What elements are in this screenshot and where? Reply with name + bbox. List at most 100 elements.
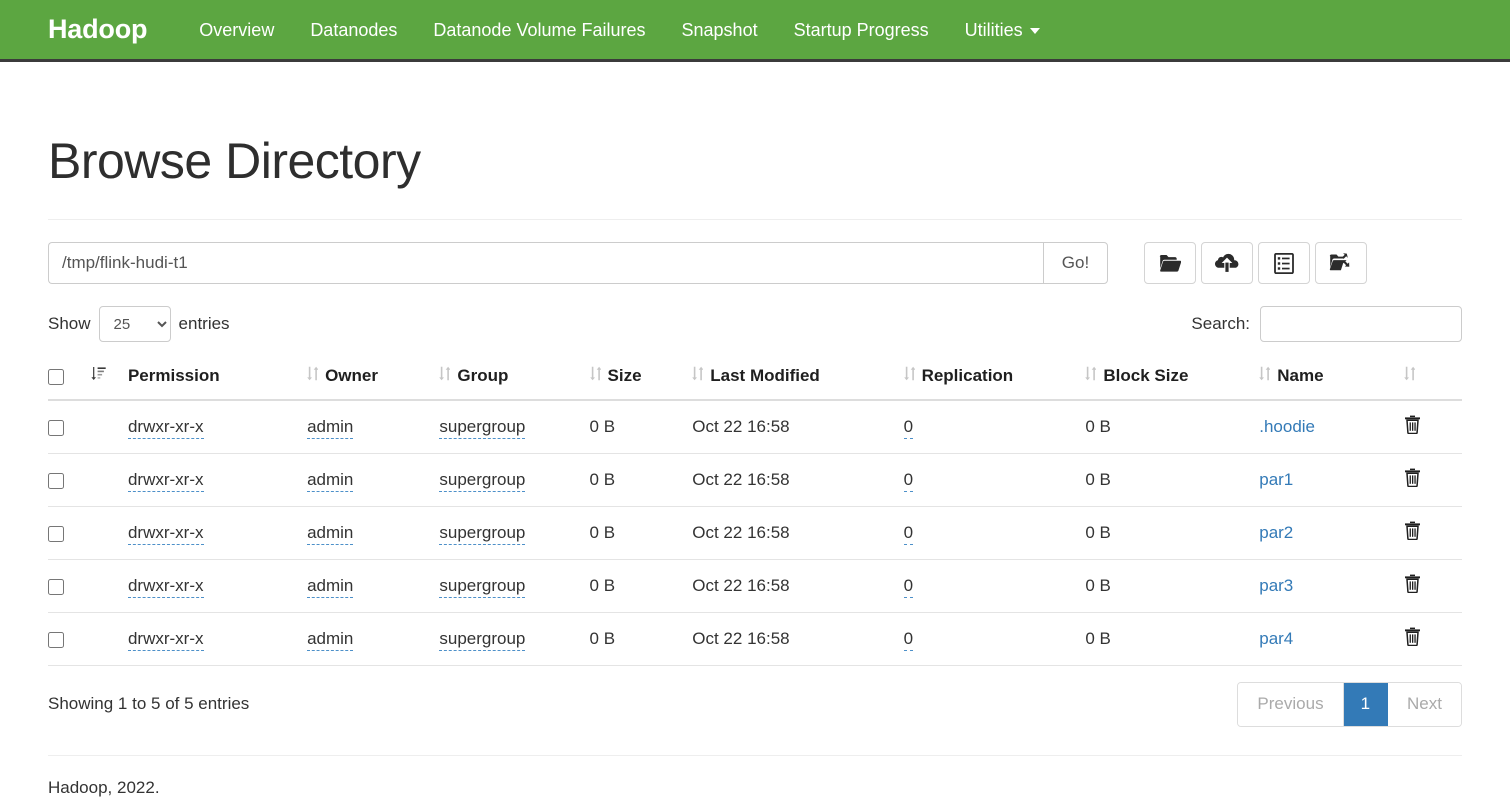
owner-value[interactable]: admin <box>307 470 353 492</box>
owner-value[interactable]: admin <box>307 629 353 651</box>
header-group[interactable]: Group <box>439 358 589 400</box>
table-row: drwxr-xr-x admin supergroup 0 B Oct 22 1… <box>48 613 1462 666</box>
table-row: drwxr-xr-x admin supergroup 0 B Oct 22 1… <box>48 454 1462 507</box>
nav-link-datanode-volume-failures[interactable]: Datanode Volume Failures <box>415 21 663 39</box>
group-value[interactable]: supergroup <box>439 417 525 439</box>
replication-value[interactable]: 0 <box>904 629 913 651</box>
permission-value[interactable]: drwxr-xr-x <box>128 470 204 492</box>
go-button[interactable]: Go! <box>1043 242 1108 284</box>
owner-value[interactable]: admin <box>307 523 353 545</box>
header-replication[interactable]: Replication <box>904 358 1086 400</box>
row-select-cell[interactable] <box>48 507 91 560</box>
sort-both-icon <box>1085 366 1101 386</box>
replication-value[interactable]: 0 <box>904 523 913 545</box>
header-last-modified[interactable]: Last Modified <box>692 358 903 400</box>
delete-button[interactable] <box>1404 574 1421 596</box>
cell-block-size: 0 B <box>1085 507 1259 560</box>
delete-button[interactable] <box>1404 468 1421 490</box>
cell-group: supergroup <box>439 400 589 454</box>
search-input[interactable] <box>1260 306 1462 342</box>
snapshot-options-button[interactable] <box>1258 242 1310 284</box>
delete-button[interactable] <box>1404 627 1421 649</box>
nav-link-startup-progress[interactable]: Startup Progress <box>776 21 947 39</box>
owner-value[interactable]: admin <box>307 417 353 439</box>
group-value[interactable]: supergroup <box>439 576 525 598</box>
row-select-cell[interactable] <box>48 454 91 507</box>
row-checkbox[interactable] <box>48 579 64 595</box>
upload-files-button[interactable] <box>1201 242 1253 284</box>
pagination-page-1[interactable]: 1 <box>1344 683 1388 726</box>
brand-logo[interactable]: Hadoop <box>48 16 147 43</box>
header-name[interactable]: Name <box>1259 358 1403 400</box>
file-name-link[interactable]: par2 <box>1259 523 1293 542</box>
owner-value[interactable]: admin <box>307 576 353 598</box>
replication-value[interactable]: 0 <box>904 576 913 598</box>
cell-actions <box>1404 507 1462 560</box>
cell-size: 0 B <box>590 400 693 454</box>
row-checkbox[interactable] <box>48 632 64 648</box>
header-permission[interactable]: Permission <box>128 358 307 400</box>
nav-link-datanodes[interactable]: Datanodes <box>292 21 415 39</box>
path-input-group: Go! <box>48 242 1108 284</box>
file-name-link[interactable]: .hoodie <box>1259 417 1315 436</box>
replication-value[interactable]: 0 <box>904 417 913 439</box>
file-name-link[interactable]: par4 <box>1259 629 1293 648</box>
delete-button[interactable] <box>1404 415 1421 437</box>
file-name-link[interactable]: par3 <box>1259 576 1293 595</box>
table-head: Permission Owner <box>48 358 1462 400</box>
cell-name: par1 <box>1259 454 1403 507</box>
pagination-previous[interactable]: Previous <box>1238 683 1343 726</box>
cell-block-size: 0 B <box>1085 400 1259 454</box>
group-value[interactable]: supergroup <box>439 470 525 492</box>
sort-both-icon <box>692 366 708 386</box>
pagination-next[interactable]: Next <box>1388 683 1461 726</box>
nav-link-snapshot[interactable]: Snapshot <box>664 21 776 39</box>
trash-icon <box>1404 627 1421 649</box>
cell-last-modified: Oct 22 16:58 <box>692 454 903 507</box>
row-spacer-cell <box>91 454 128 507</box>
permission-value[interactable]: drwxr-xr-x <box>128 417 204 439</box>
cell-owner: admin <box>307 613 439 666</box>
sort-both-icon <box>1404 366 1420 386</box>
select-all-checkbox[interactable] <box>48 369 64 385</box>
header-block-size-label: Block Size <box>1103 366 1188 386</box>
row-select-cell[interactable] <box>48 613 91 666</box>
page-length-select[interactable]: 25 50 100 <box>99 306 171 342</box>
permission-value[interactable]: drwxr-xr-x <box>128 523 204 545</box>
header-sort-indicator[interactable] <box>91 358 128 400</box>
table-row: drwxr-xr-x admin supergroup 0 B Oct 22 1… <box>48 507 1462 560</box>
header-size-label: Size <box>608 366 642 386</box>
cell-name: par2 <box>1259 507 1403 560</box>
permission-value[interactable]: drwxr-xr-x <box>128 629 204 651</box>
nav-link-utilities[interactable]: Utilities <box>947 21 1058 39</box>
header-size[interactable]: Size <box>590 358 693 400</box>
row-checkbox[interactable] <box>48 526 64 542</box>
row-select-cell[interactable] <box>48 560 91 613</box>
directory-path-input[interactable] <box>48 242 1043 284</box>
permission-value[interactable]: drwxr-xr-x <box>128 576 204 598</box>
cell-size: 0 B <box>590 560 693 613</box>
folder-open-arrow-icon <box>1329 253 1353 273</box>
cell-group: supergroup <box>439 560 589 613</box>
row-checkbox[interactable] <box>48 473 64 489</box>
header-block-size[interactable]: Block Size <box>1085 358 1259 400</box>
sort-both-icon <box>590 366 606 386</box>
replication-value[interactable]: 0 <box>904 470 913 492</box>
set-storage-policy-button[interactable] <box>1315 242 1367 284</box>
header-last-modified-label: Last Modified <box>710 366 820 386</box>
nav-link-overview[interactable]: Overview <box>181 21 292 39</box>
header-select-all[interactable] <box>48 358 91 400</box>
row-select-cell[interactable] <box>48 400 91 454</box>
cell-actions <box>1404 400 1462 454</box>
delete-button[interactable] <box>1404 521 1421 543</box>
header-owner[interactable]: Owner <box>307 358 439 400</box>
create-directory-button[interactable] <box>1144 242 1196 284</box>
group-value[interactable]: supergroup <box>439 523 525 545</box>
row-checkbox[interactable] <box>48 420 64 436</box>
file-name-link[interactable]: par1 <box>1259 470 1293 489</box>
folder-icon <box>1159 254 1181 273</box>
entries-info: Showing 1 to 5 of 5 entries <box>48 694 249 714</box>
cell-permission: drwxr-xr-x <box>128 613 307 666</box>
cell-replication: 0 <box>904 560 1086 613</box>
group-value[interactable]: supergroup <box>439 629 525 651</box>
